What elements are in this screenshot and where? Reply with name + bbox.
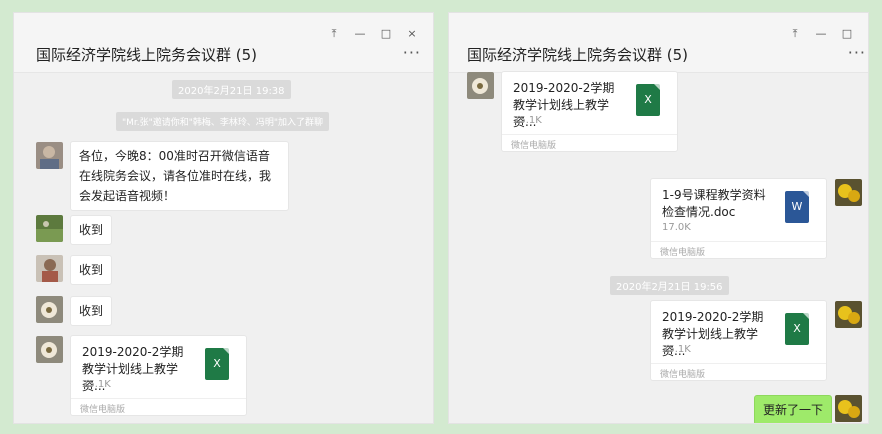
title-bar: ⤒ — □ 国际经济学院线上院务会议群 (5) ··· <box>449 13 868 73</box>
file-source: 微信电脑版 <box>80 405 126 415</box>
file-source: 微信电脑版 <box>660 370 706 380</box>
chat-window-left: ⤒ — □ × 国际经济学院线上院务会议群 (5) ··· 2020年2月21日… <box>13 12 434 424</box>
file-message[interactable]: 1-9号课程教学资料检查情况.doc 17.0K W 微信电脑版 <box>650 178 827 259</box>
avatar[interactable] <box>36 255 63 282</box>
avatar[interactable] <box>467 72 494 99</box>
maximize-icon[interactable]: □ <box>834 27 860 41</box>
divider <box>71 398 246 399</box>
self-avatar[interactable] <box>835 301 862 328</box>
message-bubble[interactable]: 更新了一下 <box>754 395 833 423</box>
chat-title: 国际经济学院线上院务会议群 (5) <box>467 46 689 64</box>
file-name: 1-9号课程教学资料检查情况.doc <box>662 188 766 219</box>
close-icon[interactable]: × <box>399 27 425 41</box>
word-file-icon: W <box>785 191 809 223</box>
self-avatar[interactable] <box>835 179 862 206</box>
more-options-icon[interactable]: ··· <box>403 43 421 62</box>
message-area[interactable]: 2020年2月21日 19:38 "Mr.张"邀请你和"韩梅、李林玲、冯明"加入… <box>14 73 433 423</box>
file-message[interactable]: 2019-2020-2学期教学计划线上教学资... 25.1K X 微信电脑版 <box>70 335 247 416</box>
window-controls: ⤒ — □ × <box>321 27 425 41</box>
window-controls: ⤒ — □ <box>782 27 860 41</box>
avatar[interactable] <box>36 142 63 169</box>
system-message: "Mr.张"邀请你和"韩梅、李林玲、冯明"加入了群聊 <box>116 112 330 131</box>
message-bubble[interactable]: 各位，今晚8：00准时召开微信语音在线院务会议，请各位准时在线，我会发起语音视频… <box>70 141 289 211</box>
file-message[interactable]: 2019-2020-2学期教学计划线上教学资... 25.1K X 微信电脑版 <box>501 71 678 152</box>
message-bubble[interactable]: 收到 <box>70 296 113 326</box>
message-text: 收到 <box>79 223 104 237</box>
timestamp: 2020年2月21日 19:56 <box>610 276 729 295</box>
message-area[interactable]: 2019-2020-2学期教学计划线上教学资... 25.1K X 微信电脑版 … <box>449 71 868 423</box>
file-size: 25.1K <box>513 115 542 126</box>
file-size: 25.1K <box>662 344 691 355</box>
divider <box>502 134 677 135</box>
avatar[interactable] <box>36 296 63 323</box>
avatar[interactable] <box>36 215 63 242</box>
self-avatar[interactable] <box>835 395 862 422</box>
divider <box>651 363 826 364</box>
message-bubble[interactable]: 收到 <box>70 255 113 285</box>
avatar[interactable] <box>36 336 63 363</box>
more-options-icon[interactable]: ··· <box>848 43 866 62</box>
excel-file-icon: X <box>785 313 809 345</box>
file-size: 25.1K <box>82 379 111 390</box>
excel-file-icon: X <box>636 84 660 116</box>
message-text: 各位，今晚8：00准时召开微信语音在线院务会议，请各位准时在线，我会发起语音视频… <box>79 149 272 203</box>
title-bar: ⤒ — □ × 国际经济学院线上院务会议群 (5) ··· <box>14 13 433 73</box>
message-text: 更新了一下 <box>763 403 824 417</box>
maximize-icon[interactable]: □ <box>373 27 399 41</box>
excel-file-icon: X <box>205 348 229 380</box>
minimize-icon[interactable]: — <box>808 27 834 41</box>
chat-window-right: ⤒ — □ 国际经济学院线上院务会议群 (5) ··· 2019-2020-2学… <box>448 12 869 424</box>
message-text: 收到 <box>79 304 104 318</box>
pin-icon[interactable]: ⤒ <box>321 27 347 41</box>
message-text: 收到 <box>79 263 104 277</box>
message-bubble[interactable]: 收到 <box>70 215 113 245</box>
file-source: 微信电脑版 <box>511 141 557 151</box>
minimize-icon[interactable]: — <box>347 27 373 41</box>
timestamp: 2020年2月21日 19:38 <box>172 80 291 99</box>
pin-icon[interactable]: ⤒ <box>782 27 808 41</box>
file-size: 17.0K <box>662 222 691 233</box>
chat-title: 国际经济学院线上院务会议群 (5) <box>36 46 258 64</box>
file-source: 微信电脑版 <box>660 248 706 258</box>
divider <box>651 241 826 242</box>
file-message[interactable]: 2019-2020-2学期教学计划线上教学资... 25.1K X 微信电脑版 <box>650 300 827 381</box>
